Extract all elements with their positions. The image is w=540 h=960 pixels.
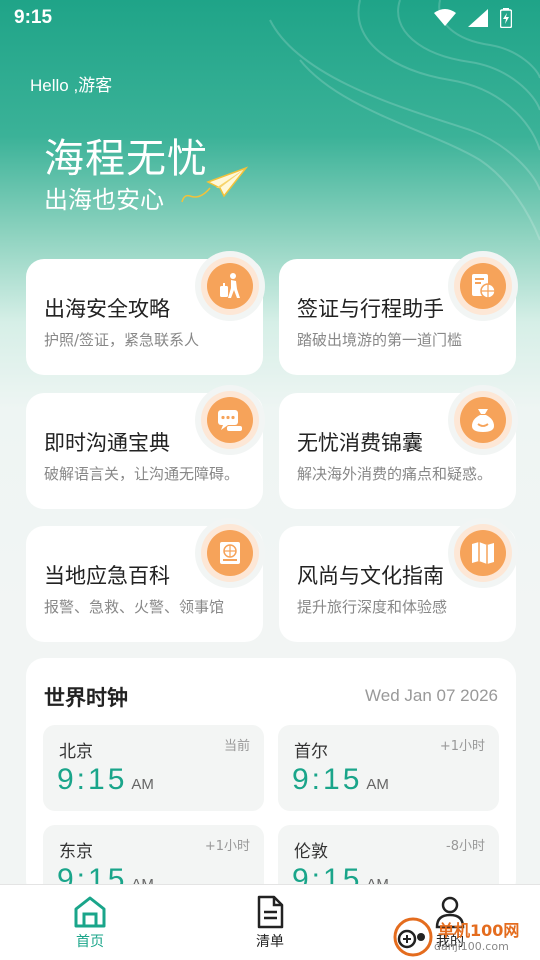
card-desc: 解决海外消费的痛点和疑惑。 [297,465,493,483]
clock-time: 9:15AM [292,763,389,797]
card-badge [201,391,259,449]
tab-label: 首页 [76,934,104,950]
wifi-icon [434,9,456,26]
clock-ampm: AM [366,776,389,793]
clock-city: 东京 [59,842,93,862]
clock-city: 伦敦 [294,842,328,862]
card-desc: 踏破出境游的第一道门槛 [297,331,463,349]
watermark-url: danji100.com [434,939,509,953]
card-desc: 报警、急救、火警、领事馆 [44,598,225,616]
card-title: 当地应急百科 [44,564,170,588]
clock-time: 9:15AM [57,763,154,797]
card-badge [201,524,259,582]
card-badge [201,257,259,315]
card-visa-assistant[interactable]: 签证与行程助手 踏破出境游的第一道门槛 [279,257,516,375]
signal-icon [468,9,488,27]
card-badge [454,391,512,449]
site-watermark: 单机100网 danji100.com [392,916,519,958]
status-icons [434,8,512,28]
clock-ampm: AM [131,776,154,793]
card-communication[interactable]: 即时沟通宝典 破解语言关，让沟通无障碍。 [26,391,263,509]
card-culture[interactable]: 风尚与文化指南 提升旅行深度和体验感 [279,524,516,642]
card-consumption[interactable]: 无忧消费锦囊 解决海外消费的痛点和疑惑。 [279,391,516,509]
chat-bubbles-icon [218,410,242,431]
card-title: 即时沟通宝典 [44,431,170,455]
card-safety-guide[interactable]: 出海安全攻略 护照/签证，紧急联系人 [26,257,263,375]
clock-offset: 当前 [223,739,250,754]
home-icon [74,896,106,928]
battery-icon [500,8,512,28]
document-icon [257,895,284,929]
status-time: 9:15 [14,7,53,28]
greeting-text: Hello ,游客 [30,76,113,95]
world-clock-title: 世界时钟 [44,686,128,710]
clock-time-value: 9:15 [57,763,128,796]
card-badge [454,524,512,582]
tab-list[interactable]: 清单 [180,885,360,960]
tab-home[interactable]: 首页 [0,885,180,960]
globe-book-icon [220,542,240,564]
world-clock-panel: 世界时钟 Wed Jan 07 2026 北京 当前 9:15 AM 首尔 +1小… [26,658,516,898]
app-subtitle: 出海也安心 [44,186,164,214]
card-desc: 护照/签证，紧急联系人 [44,331,200,349]
card-badge [454,257,512,315]
clock-offset: +1小时 [204,839,250,854]
traveler-luggage-icon [220,273,240,298]
clock-tile-seoul[interactable]: 首尔 +1小时 9:15 AM [278,725,499,811]
clock-offset: -8小时 [446,839,485,854]
card-title: 无忧消费锦囊 [297,431,423,455]
watermark-name: 单机100网 [438,920,520,940]
card-title: 出海安全攻略 [44,297,170,321]
status-bar: 9:15 [0,0,540,36]
money-bag-icon [472,409,494,432]
card-desc: 破解语言关，让沟通无障碍。 [44,465,240,483]
folded-map-icon [472,542,494,564]
card-title: 风尚与文化指南 [297,564,444,588]
clock-city: 北京 [59,742,93,762]
watermark-logo [393,917,433,957]
clock-offset: +1小时 [439,739,485,754]
clock-tile-beijing[interactable]: 北京 当前 9:15 AM [43,725,264,811]
world-clock-date: Wed Jan 07 2026 [365,686,498,705]
clock-city: 首尔 [294,742,328,762]
card-desc: 提升旅行深度和体验感 [297,598,448,616]
contour-decoration [269,0,540,241]
card-title: 签证与行程助手 [297,297,444,321]
card-emergency[interactable]: 当地应急百科 报警、急救、火警、领事馆 [26,524,263,642]
paper-plane-icon [181,166,249,203]
tab-label: 清单 [256,934,284,950]
passport-globe-icon [472,274,496,299]
clock-time-value: 9:15 [292,763,363,796]
